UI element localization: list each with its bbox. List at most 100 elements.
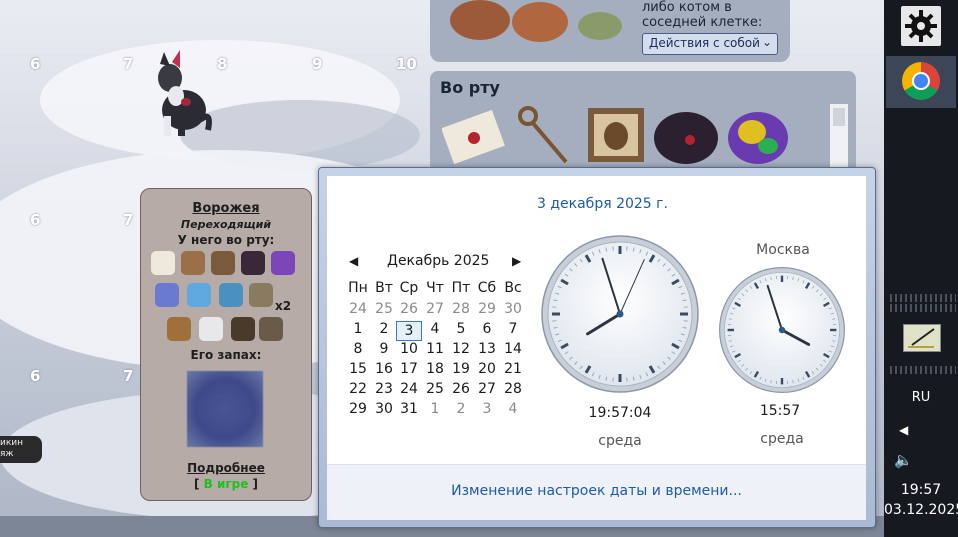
- calendar-day[interactable]: 17: [396, 361, 422, 377]
- calendar-day[interactable]: 25: [422, 381, 448, 397]
- calendar-day[interactable]: 20: [474, 361, 500, 377]
- next-month-button[interactable]: ▶: [512, 254, 521, 268]
- nametag-text: икин: [0, 438, 24, 448]
- squirrel-item-icon: [167, 317, 191, 341]
- clock-center: [616, 310, 624, 318]
- calendar-day[interactable]: 19: [448, 361, 474, 377]
- weekday-header: Чт: [426, 280, 444, 296]
- calendar-day[interactable]: 4: [500, 401, 526, 417]
- local-analog-clock: [541, 235, 699, 393]
- calendar-day[interactable]: 2: [448, 401, 474, 417]
- calendar-day[interactable]: 30: [500, 301, 526, 317]
- calendar-day[interactable]: 28: [500, 381, 526, 397]
- mouth-title: Во рту: [440, 78, 500, 97]
- grid-number: 7: [123, 55, 134, 73]
- chevron-left-icon[interactable]: ◀: [899, 423, 908, 437]
- calendar-day[interactable]: 28: [448, 301, 474, 317]
- calendar-day[interactable]: 4: [422, 321, 448, 337]
- settings-gear-icon[interactable]: [901, 6, 941, 46]
- language-indicator[interactable]: RU: [884, 390, 958, 405]
- self-actions-select[interactable]: Действия с собой ⌄: [642, 33, 778, 55]
- chevron-down-icon: ⌄: [761, 35, 772, 49]
- weekday-header: Ср: [399, 280, 419, 296]
- taskbar-divider: [890, 366, 956, 374]
- calendar-day[interactable]: 31: [396, 401, 422, 417]
- calendar-day[interactable]: 24: [345, 301, 371, 317]
- grid-number: 7: [123, 211, 134, 229]
- pen-tablet-icon[interactable]: [903, 324, 941, 352]
- rainbow-creature-item-icon: [271, 251, 295, 275]
- calendar-day[interactable]: 5: [448, 321, 474, 337]
- taskbar-time[interactable]: 19:57: [884, 482, 958, 498]
- dark-creature-item-icon: [241, 251, 265, 275]
- calendar-day[interactable]: 8: [345, 341, 371, 357]
- taskbar-divider: [890, 304, 956, 312]
- taskbar-divider: [890, 294, 956, 302]
- mouth-scrollbar-thumb[interactable]: [833, 108, 845, 126]
- calendar-day[interactable]: 6: [474, 321, 500, 337]
- moscow-digital-time: 15:57: [759, 403, 801, 419]
- calendar-day[interactable]: 14: [500, 341, 526, 357]
- chrome-icon[interactable]: [902, 62, 940, 100]
- bracket-open: [: [193, 477, 200, 491]
- calendar-day[interactable]: 18: [422, 361, 448, 377]
- key-item-icon: [518, 106, 568, 164]
- calendar-day[interactable]: 1: [345, 321, 371, 337]
- weekday-header: Сб: [477, 280, 497, 296]
- calendar-day[interactable]: 29: [345, 401, 371, 417]
- weekday-header: Вт: [375, 280, 393, 296]
- taskbar-date[interactable]: 03.12.2025: [884, 502, 958, 518]
- calendar-day[interactable]: 29: [474, 301, 500, 317]
- calendar-day[interactable]: 24: [396, 381, 422, 397]
- calendar-day[interactable]: 30: [371, 401, 397, 417]
- moscow-weekday: среда: [760, 431, 804, 447]
- ingame-status: [ В игре ]: [141, 477, 311, 491]
- calendar-day[interactable]: 27: [422, 301, 448, 317]
- bracket-close: ]: [252, 477, 259, 491]
- wolf-portrait-item-icon: [211, 251, 235, 275]
- calendar-day[interactable]: 15: [345, 361, 371, 377]
- character-rank: Переходящий: [180, 218, 272, 231]
- calendar-day[interactable]: 16: [371, 361, 397, 377]
- grid-number: 7: [123, 367, 134, 385]
- calendar-day[interactable]: 13: [474, 341, 500, 357]
- character-name-link[interactable]: Ворожея: [141, 201, 311, 216]
- orb-item-icon: [219, 283, 243, 307]
- calendar-day[interactable]: 10: [396, 341, 422, 357]
- calendar-day[interactable]: 2: [371, 321, 397, 337]
- calendar-day[interactable]: 22: [345, 381, 371, 397]
- calendar-day[interactable]: 3: [474, 401, 500, 417]
- weekday-header: Пт: [451, 280, 471, 296]
- calendar-day[interactable]: 7: [500, 321, 526, 337]
- prev-month-button[interactable]: ◀: [349, 254, 358, 268]
- change-datetime-settings-link[interactable]: Изменение настроек даты и времени...: [327, 483, 866, 499]
- calendar-day[interactable]: 21: [500, 361, 526, 377]
- calendar-day[interactable]: 23: [371, 381, 397, 397]
- nametag-text: яж: [0, 449, 14, 459]
- calendar-day[interactable]: 12: [448, 341, 474, 357]
- ingame-status-text: В игре: [203, 477, 249, 491]
- player-nametag[interactable]: икин яж: [0, 436, 42, 463]
- clock-center: [778, 326, 786, 334]
- calendar-day[interactable]: 26: [448, 381, 474, 397]
- grid-number: 6: [30, 55, 41, 73]
- mouth-label: У него во рту:: [177, 233, 275, 247]
- month-title[interactable]: Декабрь 2025: [387, 253, 489, 269]
- local-weekday: среда: [598, 433, 642, 449]
- calendar-day[interactable]: 9: [371, 341, 397, 357]
- grid-number: 9: [312, 55, 323, 73]
- cat-character[interactable]: [150, 50, 212, 138]
- speaker-icon[interactable]: 🔈: [894, 451, 913, 469]
- mouth-items: [442, 106, 788, 165]
- calendar-day[interactable]: 1: [422, 401, 448, 417]
- calendar-day[interactable]: 27: [474, 381, 500, 397]
- long-date-text: 3 декабря 2025 г.: [537, 196, 668, 212]
- details-link[interactable]: Подробнее: [141, 461, 311, 475]
- calendar-day[interactable]: 25: [371, 301, 397, 317]
- select-value: Действия с собой: [649, 36, 760, 50]
- character-card: Ворожея Переходящий У него во рту: x2 Ег…: [140, 188, 312, 501]
- calendar-day[interactable]: 26: [396, 301, 422, 317]
- calendar-day[interactable]: 11: [422, 341, 448, 357]
- calendar-day-today[interactable]: 3: [396, 321, 422, 341]
- key-item-icon: [181, 251, 205, 275]
